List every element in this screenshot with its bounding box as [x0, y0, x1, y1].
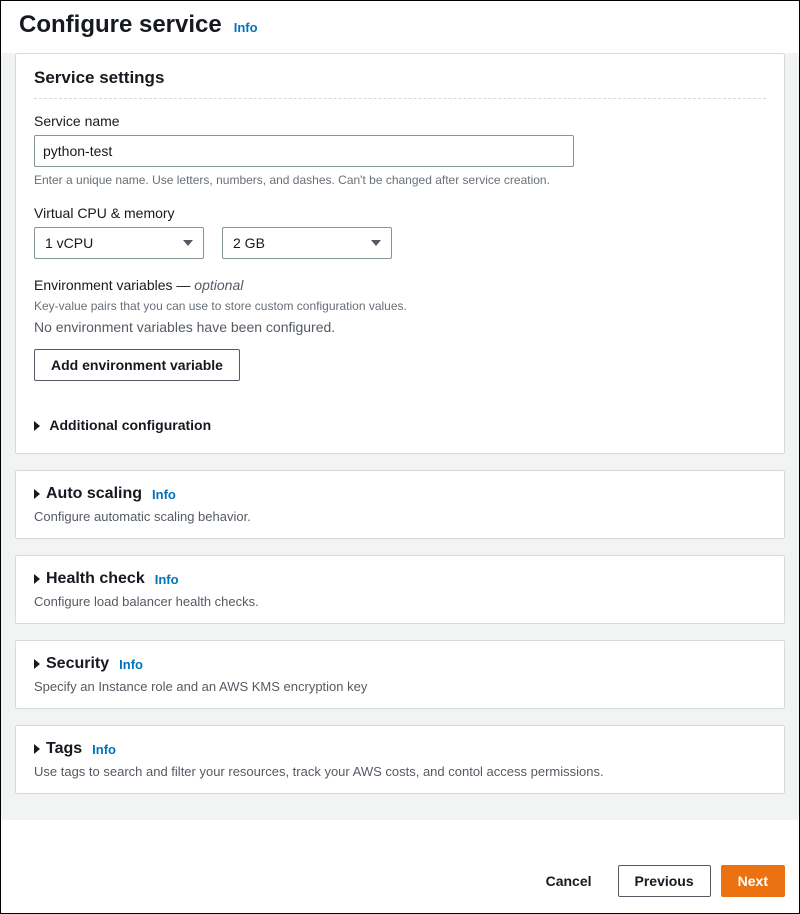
security-desc: Specify an Instance role and an AWS KMS …	[34, 679, 766, 694]
previous-button[interactable]: Previous	[618, 865, 711, 897]
health-check-title: Health check	[46, 570, 145, 588]
service-settings-panel: Service settings Service name Enter a un…	[15, 53, 785, 454]
triangle-right-icon	[34, 421, 40, 431]
health-check-toggle[interactable]: Health check Info	[34, 570, 766, 588]
chevron-down-icon	[371, 240, 381, 246]
security-title: Security	[46, 655, 109, 673]
tags-toggle[interactable]: Tags Info	[34, 740, 766, 758]
vcpu-select[interactable]: 1 vCPU	[34, 227, 204, 259]
triangle-right-icon	[34, 744, 40, 754]
service-settings-title: Service settings	[34, 68, 164, 87]
page-title-info-link[interactable]: Info	[234, 20, 258, 35]
tags-title: Tags	[46, 740, 82, 758]
env-vars-help: Key-value pairs that you can use to stor…	[34, 299, 766, 313]
triangle-right-icon	[34, 489, 40, 499]
security-toggle[interactable]: Security Info	[34, 655, 766, 673]
footer-actions: Cancel Previous Next	[530, 865, 785, 897]
security-panel: Security Info Specify an Instance role a…	[15, 640, 785, 709]
memory-select[interactable]: 2 GB	[222, 227, 392, 259]
env-vars-label: Environment variables — optional	[34, 277, 766, 293]
divider	[34, 98, 766, 99]
tags-panel: Tags Info Use tags to search and filter …	[15, 725, 785, 794]
env-vars-empty: No environment variables have been confi…	[34, 319, 766, 335]
health-check-desc: Configure load balancer health checks.	[34, 594, 766, 609]
vcpu-select-value: 1 vCPU	[45, 235, 93, 251]
auto-scaling-desc: Configure automatic scaling behavior.	[34, 509, 766, 524]
triangle-right-icon	[34, 574, 40, 584]
chevron-down-icon	[183, 240, 193, 246]
security-info-link[interactable]: Info	[119, 657, 143, 672]
vcpu-memory-label: Virtual CPU & memory	[34, 205, 766, 221]
memory-select-value: 2 GB	[233, 235, 265, 251]
add-env-var-button[interactable]: Add environment variable	[34, 349, 240, 381]
auto-scaling-toggle[interactable]: Auto scaling Info	[34, 485, 766, 503]
service-name-input[interactable]	[34, 135, 574, 167]
tags-desc: Use tags to search and filter your resou…	[34, 764, 766, 779]
health-check-panel: Health check Info Configure load balance…	[15, 555, 785, 624]
triangle-right-icon	[34, 659, 40, 669]
cancel-button[interactable]: Cancel	[530, 865, 608, 897]
next-button[interactable]: Next	[721, 865, 785, 897]
page-header: Configure service Info	[1, 1, 799, 53]
auto-scaling-title: Auto scaling	[46, 485, 142, 503]
service-name-label: Service name	[34, 113, 766, 129]
auto-scaling-panel: Auto scaling Info Configure automatic sc…	[15, 470, 785, 539]
additional-configuration-toggle[interactable]: Additional configuration	[34, 403, 766, 437]
additional-configuration-label: Additional configuration	[49, 417, 211, 433]
page-title: Configure service	[19, 11, 222, 39]
health-check-info-link[interactable]: Info	[155, 572, 179, 587]
tags-info-link[interactable]: Info	[92, 742, 116, 757]
auto-scaling-info-link[interactable]: Info	[152, 487, 176, 502]
service-name-help: Enter a unique name. Use letters, number…	[34, 173, 766, 187]
